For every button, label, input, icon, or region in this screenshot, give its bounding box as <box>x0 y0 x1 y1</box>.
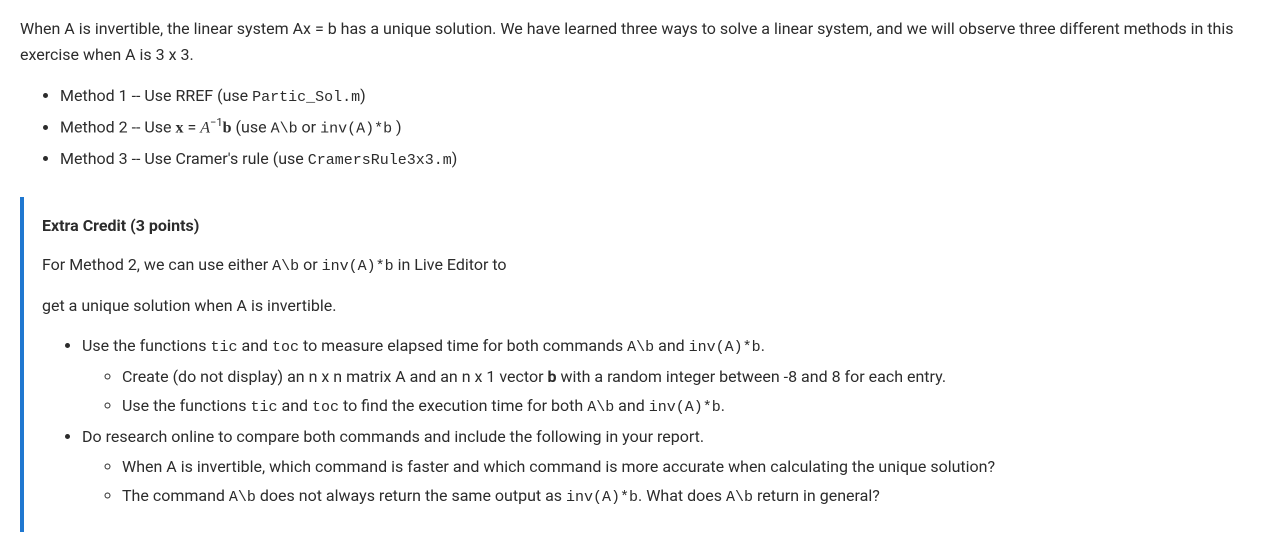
p1-code1: A\b <box>272 258 299 275</box>
b2-text: Do research online to compare both comma… <box>82 427 704 446</box>
b1-1-a: Create (do not display) an n x n matrix … <box>122 367 548 386</box>
b1-2-b: and <box>278 396 313 415</box>
method-1-text: Method 1 -- Use RREF (use <box>60 86 252 105</box>
b1-code2: toc <box>272 339 299 356</box>
b1-2-code3: A\b <box>587 399 614 416</box>
method-3: Method 3 -- Use Cramer's rule (use Crame… <box>60 146 1257 173</box>
b2-2-a: The command <box>122 486 229 505</box>
bullet-2-sub: When A is invertible, which command is f… <box>82 454 1239 511</box>
callout-title: Extra Credit (3 points) <box>42 213 1239 239</box>
bullet-1-sub: Create (do not display) an n x n matrix … <box>82 364 1239 421</box>
b1-code4: inv(A)*b <box>689 339 761 356</box>
method-3-suffix: ) <box>452 149 458 168</box>
method-2-close: ) <box>392 118 402 137</box>
math-b: b <box>223 120 232 137</box>
b1-code3: A\b <box>627 339 654 356</box>
b1-d: and <box>654 336 689 355</box>
method-1-code: Partic_Sol.m <box>252 89 360 106</box>
b1-2-code4: inv(A)*b <box>649 399 721 416</box>
b1-2-code1: tic <box>251 399 278 416</box>
b1-1-c: with a random integer between -8 and 8 f… <box>557 367 947 386</box>
bullet-1: Use the functions tic and toc to measure… <box>82 333 1239 421</box>
b1-b: and <box>238 336 273 355</box>
extra-credit-callout: Extra Credit (3 points) For Method 2, we… <box>20 197 1257 533</box>
method-1: Method 1 -- Use RREF (use Partic_Sol.m) <box>60 83 1257 110</box>
b1-e: . <box>761 336 765 355</box>
math-eq: = <box>183 118 200 137</box>
methods-list: Method 1 -- Use RREF (use Partic_Sol.m) … <box>20 83 1257 172</box>
b1-a: Use the functions <box>82 336 211 355</box>
math-exp: −1 <box>210 116 223 129</box>
intro-paragraph: When A is invertible, the linear system … <box>20 16 1257 67</box>
b1-2-code2: toc <box>312 399 339 416</box>
bullet-2: Do research online to compare both comma… <box>82 424 1239 510</box>
method-2-prefix: Method 2 -- Use <box>60 118 175 137</box>
b1-c: to measure elapsed time for both command… <box>299 336 627 355</box>
b2-2-b: does not always return the same output a… <box>256 486 566 505</box>
method-2-code2: inv(A)*b <box>320 121 392 138</box>
b1-code1: tic <box>211 339 238 356</box>
p1-c: in Live Editor to <box>394 255 507 274</box>
b2-2-d: return in general? <box>753 486 880 505</box>
b1-2-d: and <box>614 396 649 415</box>
callout-p1: For Method 2, we can use either A\b or i… <box>42 252 1239 279</box>
method-3-text: Method 3 -- Use Cramer's rule (use <box>60 149 308 168</box>
bullet-2-1: When A is invertible, which command is f… <box>122 454 1239 480</box>
method-2: Method 2 -- Use x = A−1b (use A\b or inv… <box>60 114 1257 141</box>
callout-bullets: Use the functions tic and toc to measure… <box>42 333 1239 511</box>
method-2-use: (use <box>232 118 271 137</box>
b2-2-code1: A\b <box>229 489 256 506</box>
method-3-code: CramersRule3x3.m <box>308 152 452 169</box>
b1-2-c: to find the execution time for both <box>339 396 587 415</box>
method-1-suffix: ) <box>360 86 366 105</box>
bullet-1-1: Create (do not display) an n x n matrix … <box>122 364 1239 390</box>
b1-2-e: . <box>721 396 725 415</box>
p1-b: or <box>299 255 321 274</box>
bullet-1-2: Use the functions tic and toc to find th… <box>122 393 1239 420</box>
b1-1-b: b <box>548 367 557 386</box>
method-2-code1: A\b <box>271 121 298 138</box>
callout-p2: get a unique solution when A is invertib… <box>42 293 1239 319</box>
b2-2-c: . What does <box>638 486 726 505</box>
b2-2-code2: inv(A)*b <box>566 489 638 506</box>
b2-2-code3: A\b <box>726 489 753 506</box>
b1-2-a: Use the functions <box>122 396 251 415</box>
p1-a: For Method 2, we can use either <box>42 255 272 274</box>
math-A: A <box>200 120 210 137</box>
method-2-or: or <box>298 118 320 137</box>
p1-code2: inv(A)*b <box>322 258 394 275</box>
bullet-2-2: The command A\b does not always return t… <box>122 483 1239 510</box>
